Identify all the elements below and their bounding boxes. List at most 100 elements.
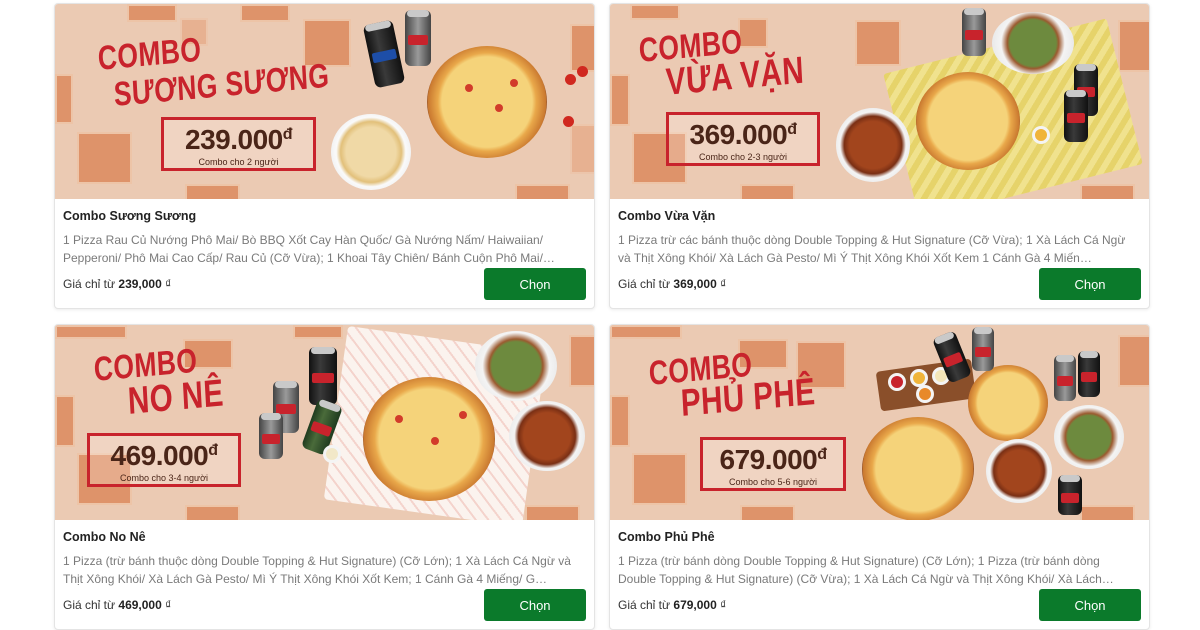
banner-combo-name: NO NÊ <box>126 372 225 423</box>
salad-image <box>992 12 1074 74</box>
tomato-image <box>565 74 576 85</box>
combo-title[interactable]: Combo Vừa Vặn <box>618 209 1141 227</box>
sauce-cup-image <box>916 385 934 403</box>
decor-tile <box>570 24 594 72</box>
soda-can-image <box>962 8 986 56</box>
combo-banner-image[interactable]: COMBO NO NÊ 469.000đ Combo cho 3-4 người <box>55 325 594 520</box>
decor-tile <box>570 124 594 174</box>
pizza-image <box>363 377 495 501</box>
decor-tile <box>610 74 630 126</box>
price-value: 369,000 <box>673 277 717 291</box>
decor-tile <box>738 18 768 48</box>
price-unit: ₫ <box>720 277 727 291</box>
pizza-image <box>862 417 974 520</box>
combo-grid: COMBO SƯƠNG SƯƠNG 239.000đ Combo cho 2 n… <box>54 3 1150 630</box>
tomato-image <box>563 116 574 127</box>
combo-info: Combo Phủ Phê 1 Pizza (trừ bánh dòng Dou… <box>610 520 1149 629</box>
decor-tile <box>240 4 290 22</box>
banner-currency: đ <box>787 121 797 138</box>
price-prefix: Giá chỉ từ <box>618 277 671 291</box>
combo-title[interactable]: Combo Sương Sương <box>63 209 586 227</box>
decor-tile <box>185 184 240 199</box>
decor-tile <box>55 74 73 124</box>
banner-price-box: 469.000đ Combo cho 3-4 người <box>87 433 241 487</box>
price-unit: ₫ <box>165 277 172 291</box>
pepper-topping <box>510 79 518 87</box>
chicken-wings-image <box>986 439 1052 503</box>
banner-price: 679.000 <box>719 444 818 475</box>
combo-info: Combo No Nê 1 Pizza (trừ bánh thuộc dòng… <box>55 520 594 629</box>
pepper-topping <box>431 437 439 445</box>
decor-tile <box>610 395 630 447</box>
combo-card: COMBO SƯƠNG SƯƠNG 239.000đ Combo cho 2 n… <box>54 3 595 309</box>
price-unit: ₫ <box>165 598 172 612</box>
banner-people: Combo cho 2-3 người <box>699 152 787 162</box>
combo-banner-image[interactable]: COMBO PHỦ PHÊ 679.000đ Combo cho 5-6 ngư… <box>610 325 1149 520</box>
decor-tile <box>55 325 127 339</box>
combo-banner-image[interactable]: COMBO VỪA VẶN 369.000đ Combo cho 2-3 ngư… <box>610 4 1149 199</box>
decor-tile <box>1080 505 1135 520</box>
soda-can-image <box>1058 475 1082 515</box>
decor-tile <box>630 4 680 20</box>
pizza-image <box>427 46 547 158</box>
salad-image <box>1054 405 1124 469</box>
pepsi-can-image <box>362 19 406 89</box>
cheese-bread-image <box>331 114 411 190</box>
banner-people: Combo cho 3-4 người <box>120 473 208 483</box>
price-value: 679,000 <box>673 598 717 612</box>
combo-title[interactable]: Combo Phủ Phê <box>618 530 1141 548</box>
chicken-wings-image <box>509 401 585 471</box>
soda-can-image <box>309 347 337 405</box>
choose-button[interactable]: Chọn <box>1039 589 1141 621</box>
combo-description: 1 Pizza (trừ bánh dòng Double Topping & … <box>618 554 1114 586</box>
choose-button[interactable]: Chọn <box>1039 268 1141 300</box>
pepper-topping <box>459 411 467 419</box>
decor-tile <box>569 335 594 387</box>
banner-price: 369.000 <box>689 119 788 150</box>
pepper-topping <box>395 415 403 423</box>
combo-card: COMBO PHỦ PHÊ 679.000đ Combo cho 5-6 ngư… <box>609 324 1150 630</box>
combo-title[interactable]: Combo No Nê <box>63 530 586 548</box>
decor-tile <box>610 325 682 339</box>
combo-description: 1 Pizza Rau Củ Nướng Phô Mai/ Bò BBQ Xốt… <box>63 233 555 265</box>
pepper-topping <box>495 104 503 112</box>
choose-button[interactable]: Chọn <box>484 268 586 300</box>
choose-button[interactable]: Chọn <box>484 589 586 621</box>
decor-tile <box>293 325 343 339</box>
combo-info: Combo Sương Sương 1 Pizza Rau Củ Nướng P… <box>55 199 594 308</box>
soda-can-image <box>972 327 994 371</box>
combo-card: COMBO VỪA VẶN 369.000đ Combo cho 2-3 ngư… <box>609 3 1150 309</box>
pizza-image <box>916 72 1020 170</box>
sauce-cup-image <box>888 373 906 391</box>
decor-tile <box>1118 20 1149 72</box>
pizza-image <box>968 365 1048 441</box>
combo-price: Giá chỉ từ 239,000 ₫ <box>63 277 171 291</box>
decor-tile <box>740 505 795 520</box>
chicken-wings-image <box>836 108 910 182</box>
combo-card: COMBO NO NÊ 469.000đ Combo cho 3-4 người… <box>54 324 595 630</box>
banner-price: 469.000 <box>110 440 209 471</box>
banner-currency: đ <box>208 442 218 459</box>
decor-tile <box>632 453 687 505</box>
combo-price: Giá chỉ từ 369,000 ₫ <box>618 277 726 291</box>
price-unit: ₫ <box>720 598 727 612</box>
price-value: 239,000 <box>118 277 162 291</box>
price-value: 469,000 <box>118 598 162 612</box>
banner-people: Combo cho 2 người <box>198 157 279 167</box>
banner-currency: đ <box>817 446 827 463</box>
banner-price-box: 369.000đ Combo cho 2-3 người <box>666 112 820 166</box>
tomato-image <box>577 66 588 77</box>
decor-tile <box>740 184 795 199</box>
combo-banner-image[interactable]: COMBO SƯƠNG SƯƠNG 239.000đ Combo cho 2 n… <box>55 4 594 199</box>
soda-can-image <box>1078 351 1100 397</box>
sauce-cup-image <box>323 445 341 463</box>
decor-tile <box>855 20 901 66</box>
combo-price: Giá chỉ từ 679,000 ₫ <box>618 598 726 612</box>
decor-tile <box>55 395 75 447</box>
combo-description: 1 Pizza (trừ bánh thuộc dòng Double Topp… <box>63 554 571 586</box>
decor-tile <box>515 184 570 199</box>
decor-tile <box>1080 184 1135 199</box>
price-prefix: Giá chỉ từ <box>618 598 671 612</box>
soda-can-image <box>259 413 283 459</box>
salad-image <box>475 331 557 401</box>
